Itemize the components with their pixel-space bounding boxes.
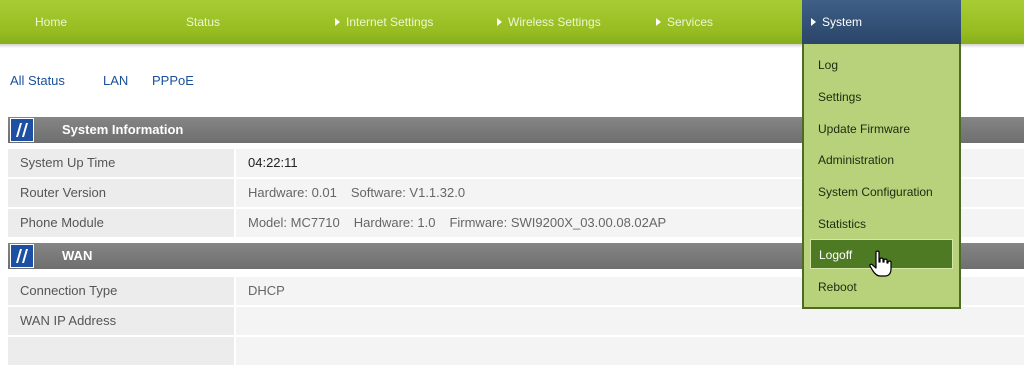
router-hardware: Hardware: 0.01 — [248, 185, 337, 200]
nav-system[interactable]: System — [802, 0, 961, 44]
system-up-time-label: System Up Time — [8, 149, 234, 177]
nav-internet-settings[interactable]: Internet Settings — [335, 0, 433, 44]
hand-pointer-cursor-icon — [868, 250, 894, 278]
brand-logo-icon — [10, 244, 34, 268]
nav-status[interactable]: Status — [186, 0, 220, 44]
sublink-all-status[interactable]: All Status — [10, 73, 65, 88]
menu-item-system-configuration[interactable]: System Configuration — [810, 177, 953, 207]
wan-ip-address-label: WAN IP Address — [8, 307, 234, 335]
next-row-label — [8, 337, 234, 365]
row-wan-ip-address: WAN IP Address — [8, 307, 1024, 337]
nav-wireless-settings[interactable]: Wireless Settings — [497, 0, 601, 44]
menu-item-log[interactable]: Log — [810, 50, 953, 80]
arrow-right-icon — [497, 18, 502, 26]
router-version-label: Router Version — [8, 179, 234, 207]
nav-wireless-settings-label: Wireless Settings — [508, 15, 601, 29]
nav-services[interactable]: Services — [656, 0, 713, 44]
menu-item-settings[interactable]: Settings — [810, 82, 953, 112]
phone-module-label: Phone Module — [8, 209, 234, 237]
phone-hardware: Hardware: 1.0 — [353, 215, 436, 230]
menu-item-update-firmware[interactable]: Update Firmware — [810, 114, 953, 144]
router-software: Software: V1.1.32.0 — [350, 185, 466, 200]
nav-home[interactable]: Home — [35, 0, 67, 44]
sublink-lan[interactable]: LAN — [103, 73, 128, 88]
sublink-pppoe[interactable]: PPPoE — [152, 73, 194, 88]
wan-title: WAN — [62, 248, 93, 263]
wan-ip-address-value — [236, 307, 1024, 335]
nav-services-label: Services — [667, 15, 714, 29]
arrow-right-icon — [335, 18, 340, 26]
row-next — [8, 337, 1024, 367]
brand-logo-icon — [10, 118, 34, 142]
nav-system-label: System — [822, 15, 863, 29]
menu-item-statistics[interactable]: Statistics — [810, 209, 953, 239]
arrow-right-icon — [656, 18, 661, 26]
next-row-value — [236, 337, 1024, 365]
nav-internet-settings-label: Internet Settings — [346, 15, 434, 29]
phone-firmware: Firmware: SWI9200X_03.00.08.02AP — [449, 215, 667, 230]
menu-item-administration[interactable]: Administration — [810, 145, 953, 175]
system-information-title: System Information — [62, 122, 184, 137]
connection-type-label: Connection Type — [8, 277, 234, 305]
arrow-right-icon — [811, 18, 816, 26]
phone-model: Model: MC7710 — [248, 215, 340, 230]
